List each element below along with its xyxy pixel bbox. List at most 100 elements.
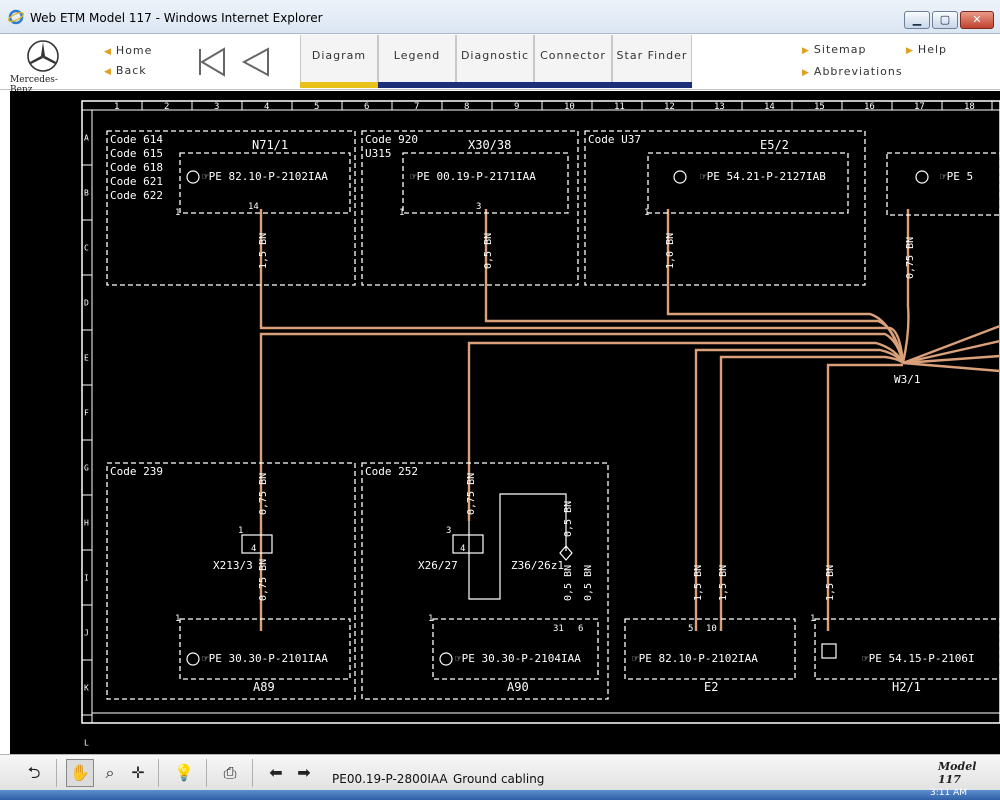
- a89-code: Code 239: [110, 465, 163, 478]
- tab-bar-indicator: [378, 82, 692, 88]
- tab-legend[interactable]: Legend: [378, 35, 456, 83]
- inner-x30: [402, 152, 569, 214]
- wire-label-x30: 0,5 BN: [483, 233, 494, 269]
- row-label: E: [84, 354, 89, 363]
- e5-code: Code U37: [588, 133, 641, 146]
- arrow-left-icon[interactable]: ⬅: [262, 759, 290, 787]
- hand-pan-icon[interactable]: ✋: [66, 759, 94, 787]
- wire-a89: [259, 332, 905, 631]
- minimize-button[interactable]: ▁: [904, 11, 930, 29]
- a89-reference-link[interactable]: ☞PE 30.30-P-2101IAA: [202, 652, 328, 665]
- n71-pin: 14: [248, 202, 259, 212]
- etm-navbar: Mercedes-Benz ◀ Home ◀ Back Diagram Legend…: [0, 35, 1000, 95]
- x30-reference-link[interactable]: ☞PE 00.19-P-2171IAA: [410, 170, 536, 183]
- right-top-lamp-icon: [915, 170, 929, 184]
- tab-star-finder[interactable]: Star Finder: [612, 35, 692, 83]
- row-label: L: [84, 739, 89, 748]
- h2-pin-left: 1: [810, 614, 815, 624]
- arrow-right-icon[interactable]: ➡: [290, 759, 318, 787]
- h2-name: H2/1: [892, 680, 921, 694]
- tab-diagnostic[interactable]: Diagnostic: [456, 35, 534, 83]
- x26-symbol: [452, 534, 484, 554]
- column-label: 4: [264, 102, 269, 112]
- box-right-top: [886, 152, 1000, 216]
- row-label: H: [84, 519, 89, 528]
- wire-h2: [826, 363, 903, 631]
- arrow-right-icon: ▶: [906, 46, 914, 56]
- e5-reference-link[interactable]: ☞PE 54.21-P-2127IAB: [700, 170, 826, 183]
- first-page-icon[interactable]: [196, 47, 228, 77]
- wiring-diagram-canvas: 1 2 3 4 5 6 7 8 9 10 11 12 13 14 15 16 17 18 ABCDEFGHIJKL: [81, 100, 1000, 748]
- column-label: 2: [164, 102, 169, 112]
- crosshair-icon[interactable]: ✛: [124, 759, 152, 787]
- tab-diagram-label: Diagram: [311, 49, 367, 62]
- a89-name: A89: [253, 680, 275, 694]
- wire-e5: [666, 209, 905, 364]
- maximize-button[interactable]: ▢: [932, 11, 958, 29]
- n71-name: N71/1: [252, 138, 288, 152]
- diagram-panel: 1 2 3 4 5 6 7 8 9 10 11 12 13 14 15 16 17 18 ABCDEFGHIJKL: [0, 91, 1000, 754]
- print-icon[interactable]: ⎙: [216, 759, 244, 787]
- x30-name: X30/38: [468, 138, 511, 152]
- row-label: D: [84, 299, 89, 308]
- row-label: B: [84, 189, 89, 198]
- abbreviations-link[interactable]: ▶ Abbreviations: [802, 65, 903, 78]
- document-title: Ground cabling: [453, 772, 545, 786]
- a90-pin-left: 1: [428, 614, 433, 624]
- mercedes-benz-logo[interactable]: Mercedes-Benz: [6, 37, 78, 95]
- wire-label-a89-top: 0,75 BN: [258, 473, 269, 515]
- home-link[interactable]: ◀ Home: [104, 44, 152, 57]
- wire-n71: [259, 209, 905, 364]
- windows-taskbar: 3:11 AM: [0, 788, 1000, 800]
- box-h2: [814, 618, 1000, 680]
- a89-component-icon: [186, 652, 200, 666]
- a89-pin-left: 1: [175, 614, 180, 624]
- box-x30: [361, 130, 579, 286]
- x213-label: X213/3: [213, 559, 253, 572]
- window-title: Web ETM Model 117 - Windows Internet Exp…: [30, 11, 323, 25]
- column-label: 10: [564, 102, 575, 112]
- return-icon[interactable]: ⮌: [20, 759, 48, 787]
- zoom-icon[interactable]: ⌕: [96, 759, 124, 787]
- column-label: 17: [914, 102, 925, 112]
- column-label: 14: [764, 102, 775, 112]
- sitemap-link[interactable]: ▶ Sitemap: [802, 43, 866, 56]
- previous-page-icon[interactable]: [240, 47, 272, 77]
- lightbulb-icon[interactable]: 💡: [170, 759, 198, 787]
- close-button[interactable]: ✕: [960, 11, 994, 29]
- tab-diagram-indicator: [300, 82, 378, 88]
- wire-exit-4: [902, 361, 1000, 373]
- inner-a90: [432, 618, 599, 680]
- help-link[interactable]: ▶ Help: [906, 43, 947, 56]
- tab-diagram[interactable]: Diagram: [300, 35, 378, 83]
- row-label: K: [84, 684, 89, 693]
- right-top-reference-link[interactable]: ☞PE 5: [940, 170, 973, 183]
- tab-connector[interactable]: Connector: [534, 35, 612, 83]
- view-tabs: Diagram Legend Diagnostic Connector Star…: [300, 35, 692, 90]
- a90-name: A90: [507, 680, 529, 694]
- column-label: 3: [214, 102, 219, 112]
- a90-reference-link[interactable]: ☞PE 30.30-P-2104IAA: [455, 652, 581, 665]
- wiring-diagram[interactable]: 1 2 3 4 5 6 7 8 9 10 11 12 13 14 15 16 17 18 ABCDEFGHIJKL: [10, 91, 1000, 754]
- column-label: 1: [114, 102, 119, 112]
- x30-pin: 3: [476, 202, 481, 212]
- column-label: 9: [514, 102, 519, 112]
- wire-label-e2-a: 1,5 BN: [693, 565, 704, 601]
- x26-label: X26/27: [418, 559, 458, 572]
- back-link[interactable]: ◀ Back: [104, 64, 147, 77]
- arrow-left-icon: ◀: [104, 67, 112, 77]
- document-code: PE00.19-P-2800IAA: [332, 772, 448, 786]
- x213-symbol: [241, 534, 273, 554]
- e5-name: E5/2: [760, 138, 789, 152]
- internet-explorer-icon: [8, 9, 24, 25]
- e2-reference-link[interactable]: ☞PE 82.10-P-2102IAA: [632, 652, 758, 665]
- row-ticks: A B C D E F G H I J K L: [82, 134, 92, 748]
- column-label: 11: [614, 102, 625, 112]
- x26-pin-3: 3: [446, 526, 451, 536]
- h2-reference-link[interactable]: ☞PE 54.15-P-2106I: [862, 652, 975, 665]
- abbreviations-label: Abbreviations: [813, 65, 903, 78]
- wire-label-z36-b: 0,5 BN: [583, 565, 594, 601]
- tab-connector-label: Connector: [540, 49, 606, 62]
- n71-reference-link[interactable]: ☞PE 82.10-P-2102IAA: [202, 170, 328, 183]
- x26-pin-4: 4: [460, 544, 465, 554]
